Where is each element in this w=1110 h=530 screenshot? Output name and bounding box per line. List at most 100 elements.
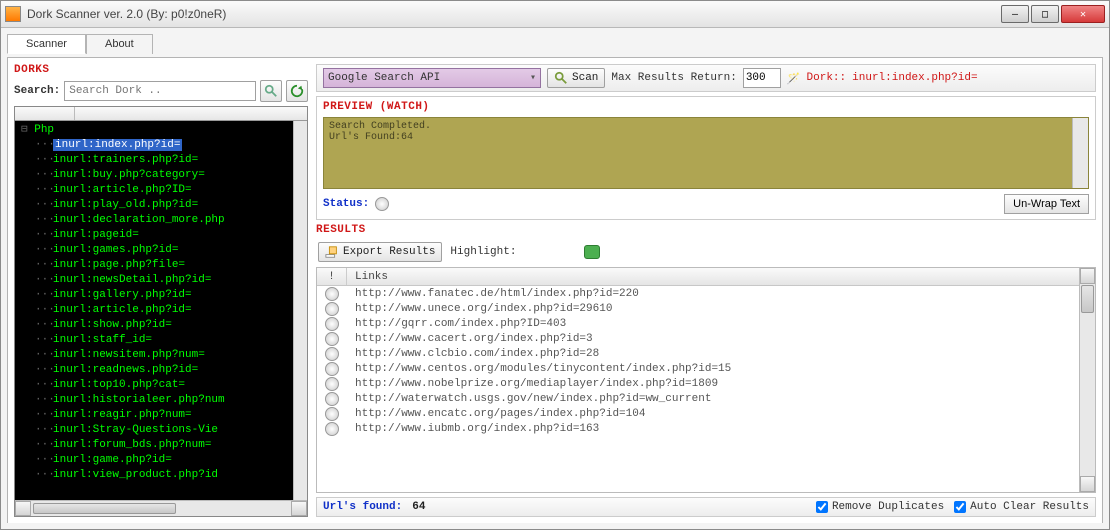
scanner-panel: DORKS Search: (7, 57, 1103, 523)
result-link: http://www.nobelprize.org/mediaplayer/in… (347, 378, 1095, 390)
tree-horizontal-scrollbar[interactable] (15, 500, 307, 516)
remove-duplicates-input[interactable] (816, 501, 828, 513)
dork-item[interactable]: inurl:declaration_more.php (39, 213, 307, 228)
result-row[interactable]: http://www.fanatec.de/html/index.php?id=… (317, 286, 1095, 301)
grid-body[interactable]: http://www.fanatec.de/html/index.php?id=… (317, 286, 1095, 492)
tab-about[interactable]: About (86, 34, 153, 54)
magnifier-icon (554, 71, 568, 85)
result-row[interactable]: http://www.nobelprize.org/mediaplayer/in… (317, 376, 1095, 391)
status-bulb-icon (375, 197, 389, 211)
row-bulb-icon (325, 407, 339, 421)
app-icon (5, 6, 21, 22)
result-row[interactable]: http://www.centos.org/modules/tinyconten… (317, 361, 1095, 376)
dork-item[interactable]: inurl:top10.php?cat= (39, 378, 307, 393)
scroll-thumb[interactable] (33, 503, 176, 514)
dork-item[interactable]: inurl:games.php?id= (39, 243, 307, 258)
scan-button-label: Scan (572, 72, 598, 84)
result-row[interactable]: http://www.clcbio.com/index.php?id=28 (317, 346, 1095, 361)
dork-item[interactable]: inurl:historialeer.php?num (39, 393, 307, 408)
dork-item[interactable]: inurl:page.php?file= (39, 258, 307, 273)
dork-item[interactable]: inurl:Stray-Questions-Vie (39, 423, 307, 438)
tree-root[interactable]: ⊟ Php (21, 123, 307, 138)
row-bulb-icon (325, 422, 339, 436)
tree-column-handle[interactable] (15, 107, 75, 120)
search-input[interactable] (64, 81, 256, 101)
app-window: Dork Scanner ver. 2.0 (By: p0!z0neR) — □… (0, 0, 1110, 530)
max-results-input[interactable] (743, 68, 781, 88)
dork-item[interactable]: inurl:reagir.php?num= (39, 408, 307, 423)
result-link: http://waterwatch.usgs.gov/new/index.php… (347, 393, 1095, 405)
dork-item[interactable]: inurl:show.php?id= (39, 318, 307, 333)
max-results-label: Max Results Return: (611, 72, 736, 84)
dork-item[interactable]: inurl:readnews.php?id= (39, 363, 307, 378)
search-go-button[interactable] (260, 80, 282, 102)
result-row[interactable]: http://waterwatch.usgs.gov/new/index.php… (317, 391, 1095, 406)
result-link: http://www.encatc.org/pages/index.php?id… (347, 408, 1095, 420)
result-link: http://gqrr.com/index.php?ID=403 (347, 318, 1095, 330)
result-row[interactable]: http://www.iubmb.org/index.php?id=163 (317, 421, 1095, 436)
dork-item[interactable]: inurl:newsDetail.php?id= (39, 273, 307, 288)
urls-found-label: Url's found: (323, 501, 402, 513)
dorks-pane: DORKS Search: (14, 64, 308, 517)
window-title: Dork Scanner ver. 2.0 (By: p0!z0neR) (27, 7, 1001, 21)
tree-body[interactable]: ⊟ Phpinurl:index.php?id=inurl:trainers.p… (15, 121, 307, 500)
grid-header-links[interactable]: Links (347, 268, 1095, 285)
dork-item[interactable]: inurl:gallery.php?id= (39, 288, 307, 303)
scroll-down-arrow[interactable] (1080, 476, 1095, 492)
dork-item[interactable]: inurl:forum_bds.php?num= (39, 438, 307, 453)
dork-item[interactable]: inurl:trainers.php?id= (39, 153, 307, 168)
scroll-right-arrow[interactable] (291, 501, 307, 516)
dork-item[interactable]: inurl:game.php?id= (39, 453, 307, 468)
search-label: Search: (14, 85, 60, 97)
dork-item[interactable]: inurl:buy.php?category= (39, 168, 307, 183)
refresh-button[interactable] (286, 80, 308, 102)
titlebar[interactable]: Dork Scanner ver. 2.0 (By: p0!z0neR) — □… (1, 1, 1109, 28)
dorks-tree[interactable]: ⊟ Phpinurl:index.php?id=inurl:trainers.p… (14, 106, 308, 517)
results-section: Export Results Highlight: ! Links http:/… (316, 240, 1096, 493)
unwrap-text-button[interactable]: Un-Wrap Text (1004, 194, 1089, 214)
result-link: http://www.centos.org/modules/tinyconten… (347, 363, 1095, 375)
result-row[interactable]: http://www.unece.org/index.php?id=29610 (317, 301, 1095, 316)
scroll-up-arrow[interactable] (1080, 268, 1095, 284)
result-row[interactable]: http://gqrr.com/index.php?ID=403 (317, 316, 1095, 331)
export-results-button[interactable]: Export Results (318, 242, 442, 262)
dork-item[interactable]: inurl:view_product.php?id (39, 468, 307, 483)
preview-title: PREVIEW (WATCH) (323, 101, 1089, 113)
dork-item[interactable]: inurl:article.php?id= (39, 303, 307, 318)
auto-clear-checkbox[interactable]: Auto Clear Results (954, 501, 1089, 513)
dork-item[interactable]: inurl:pageid= (39, 228, 307, 243)
result-row[interactable]: http://www.cacert.org/index.php?id=3 (317, 331, 1095, 346)
grid-header: ! Links (317, 268, 1095, 286)
preview-section: PREVIEW (WATCH) Search Completed. Url's … (316, 96, 1096, 220)
tab-scanner[interactable]: Scanner (7, 34, 86, 54)
money-icon[interactable] (584, 245, 600, 259)
minimize-button[interactable]: — (1001, 5, 1029, 23)
search-api-combo[interactable]: Google Search API (323, 68, 541, 88)
scan-button[interactable]: Scan (547, 68, 605, 88)
remove-duplicates-checkbox[interactable]: Remove Duplicates (816, 501, 944, 513)
dork-item[interactable]: inurl:newsitem.php?num= (39, 348, 307, 363)
auto-clear-label: Auto Clear Results (970, 501, 1089, 513)
wand-icon (787, 72, 801, 85)
maximize-button[interactable]: □ (1031, 5, 1059, 23)
right-pane: Google Search API Scan Max Results Retur… (316, 64, 1096, 517)
scroll-left-arrow[interactable] (15, 501, 31, 516)
results-grid[interactable]: ! Links http://www.fanatec.de/html/index… (316, 267, 1096, 493)
results-title: RESULTS (316, 224, 1096, 236)
preview-line: Url's Found:64 (329, 132, 1083, 143)
preview-scrollbar[interactable] (1072, 118, 1088, 188)
preview-textarea[interactable]: Search Completed. Url's Found:64 (323, 117, 1089, 189)
dork-item[interactable]: inurl:staff_id= (39, 333, 307, 348)
row-bulb-icon (325, 287, 339, 301)
dork-item[interactable]: inurl:article.php?ID= (39, 183, 307, 198)
grid-header-status[interactable]: ! (317, 268, 347, 285)
grid-vertical-scrollbar[interactable] (1079, 268, 1095, 492)
highlight-label: Highlight: (450, 246, 516, 258)
scroll-thumb[interactable] (1081, 285, 1094, 313)
dork-item[interactable]: inurl:play_old.php?id= (39, 198, 307, 213)
urls-found-count: 64 (412, 501, 425, 513)
auto-clear-input[interactable] (954, 501, 966, 513)
result-row[interactable]: http://www.encatc.org/pages/index.php?id… (317, 406, 1095, 421)
dork-item[interactable]: inurl:index.php?id= (39, 138, 307, 153)
close-button[interactable]: ✕ (1061, 5, 1105, 23)
